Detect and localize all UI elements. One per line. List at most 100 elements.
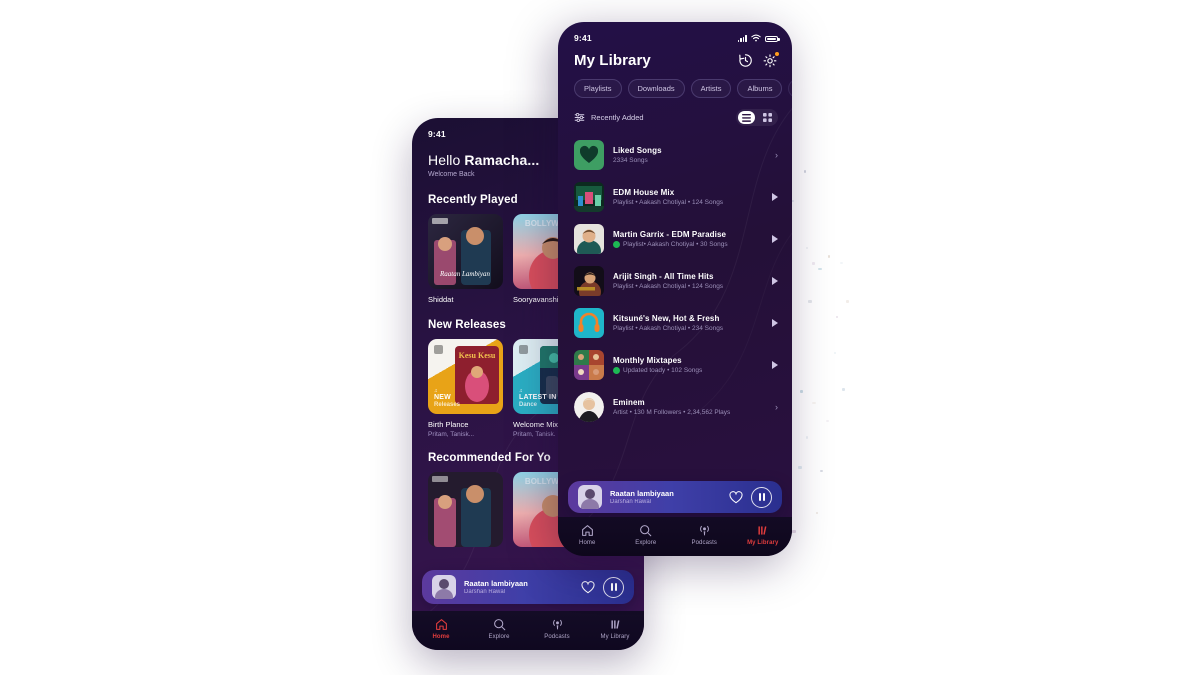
search-icon	[493, 619, 505, 631]
now-playing-title: Raatan lambiyaan	[464, 579, 528, 588]
nav-label: My Library	[600, 634, 630, 640]
now-playing-bar[interactable]: Raatan lambiyaan Darshan Rawal	[568, 481, 782, 513]
wifi-icon	[751, 34, 761, 42]
album-card[interactable]: Raatan Lambiyan Shiddat	[428, 214, 503, 304]
list-item[interactable]: Monthly Mixtapes Updated toady • 102 Son…	[574, 344, 780, 386]
list-item-subtitle: 2334 Songs	[613, 157, 766, 164]
library-icon	[610, 620, 619, 629]
home-icon	[435, 619, 447, 630]
list-item-subtitle-text: Playlist • Aakash Chotiyal • 234 Songs	[613, 325, 724, 332]
heart-outline-icon[interactable]	[581, 580, 595, 594]
nav-item-home[interactable]: Home	[412, 618, 470, 640]
signal-icon	[737, 35, 747, 42]
list-item-subtitle: Playlist• Aakash Chotiyal • 30 Songs	[613, 241, 763, 248]
sort-label: Recently Added	[591, 113, 644, 122]
nav-label: Podcasts	[691, 540, 717, 546]
speck	[836, 316, 838, 318]
speck	[834, 352, 836, 354]
nav-item-explore[interactable]: Explore	[617, 524, 676, 546]
play-icon[interactable]	[772, 277, 778, 285]
settings-gear-icon[interactable]	[763, 51, 780, 68]
home-icon	[581, 525, 593, 536]
chip-artists[interactable]: Artists	[690, 79, 732, 98]
nav-item-podcasts[interactable]: Podcasts	[528, 618, 586, 640]
now-playing-title: Raatan lambiyaan	[610, 489, 674, 498]
library-list: Liked Songs 2334 Songs › EDM House Mix P…	[558, 134, 792, 428]
speck	[816, 512, 818, 514]
release-card[interactable]: Kesu Kesu ♫ NEW Releases Birth Plance Pr…	[428, 339, 503, 438]
bottom-nav: Home Explore Podcasts My Library	[412, 611, 644, 650]
phone-mockup-library: 9:41 My Library Playlists Downloads Arti…	[558, 22, 792, 556]
svg-text:Raatan Lambiyan: Raatan Lambiyan	[439, 270, 490, 278]
now-playing-bar[interactable]: Raatan lambiyaan Darshan Rawal	[422, 570, 634, 604]
release-badge-icon	[434, 345, 443, 354]
release-badge-icon	[519, 345, 528, 354]
nav-label: Home	[579, 540, 596, 546]
library-screen: 9:41 My Library Playlists Downloads Arti…	[558, 22, 792, 556]
list-item[interactable]: Martin Garrix - EDM Paradise Playlist• A…	[574, 218, 780, 260]
list-item[interactable]: Kitsuné's New, Hot & Fresh Playlist • Aa…	[574, 302, 780, 344]
play-icon[interactable]	[772, 319, 778, 327]
play-icon[interactable]	[772, 361, 778, 369]
search-icon	[640, 525, 652, 537]
nav-item-explore[interactable]: Explore	[470, 618, 528, 640]
speck	[812, 262, 815, 265]
release-caption-line2: Releases	[434, 402, 461, 408]
chip-overflow[interactable]	[788, 79, 792, 98]
sort-control[interactable]: Recently Added	[574, 112, 644, 123]
chevron-right-icon[interactable]: ›	[775, 150, 780, 160]
chip-playlists[interactable]: Playlists	[574, 79, 622, 98]
list-item[interactable]: Eminem Artist • 130 M Followers • 2,34,5…	[574, 386, 780, 428]
status-bar: 9:41	[558, 22, 792, 48]
sort-row: Recently Added	[558, 98, 792, 134]
list-item-meta: Kitsuné's New, Hot & Fresh Playlist • Aa…	[613, 314, 763, 332]
list-item-title: Kitsuné's New, Hot & Fresh	[613, 314, 720, 323]
header-actions	[738, 51, 780, 68]
spotify-dot-icon	[613, 367, 620, 374]
recommended-art-1[interactable]	[428, 472, 503, 547]
chip-albums[interactable]: Albums	[737, 79, 783, 98]
nav-item-my-library[interactable]: My Library	[586, 618, 644, 640]
greeting-hello: Hello	[428, 152, 465, 168]
page-title: My Library	[574, 52, 651, 69]
filter-chip-row[interactable]: Playlists Downloads Artists Albums	[558, 69, 792, 98]
list-item[interactable]: Arijit Singh - All Time Hits Playlist • …	[574, 260, 780, 302]
history-icon[interactable]	[738, 53, 753, 68]
pause-icon[interactable]	[751, 486, 772, 508]
play-icon[interactable]	[772, 235, 778, 243]
thumb-kitsune	[574, 308, 604, 338]
list-item-meta: Liked Songs 2334 Songs	[613, 146, 766, 164]
speck	[806, 436, 808, 439]
nav-item-podcasts[interactable]: Podcasts	[675, 524, 734, 546]
nav-item-my-library[interactable]: My Library	[734, 524, 793, 546]
list-item-subtitle: Playlist • Aakash Chotiyal • 124 Songs	[613, 199, 763, 206]
speck	[804, 170, 806, 173]
heart-outline-icon[interactable]	[729, 490, 743, 504]
release-card-subtitle: Pritam, Tanisk...	[428, 431, 475, 438]
list-item-subtitle-text: Playlist • Aakash Chotiyal • 124 Songs	[613, 283, 724, 290]
battery-icon	[765, 35, 780, 42]
list-item-subtitle-text: 2334 Songs	[613, 157, 648, 164]
nav-label: Explore	[635, 540, 657, 546]
pause-icon[interactable]	[603, 576, 624, 598]
list-item[interactable]: Liked Songs 2334 Songs ›	[574, 134, 780, 176]
nav-item-home[interactable]: Home	[558, 524, 617, 546]
list-item-subtitle: Playlist • Aakash Chotiyal • 234 Songs	[613, 325, 763, 332]
list-view-icon[interactable]	[738, 111, 755, 124]
now-playing-artwork	[578, 485, 602, 509]
chip-downloads[interactable]: Downloads	[627, 79, 685, 98]
list-item-title: Martin Garrix - EDM Paradise	[613, 230, 727, 239]
chevron-right-icon[interactable]: ›	[775, 402, 780, 412]
grid-view-icon[interactable]	[759, 111, 776, 124]
list-item[interactable]: EDM House Mix Playlist • Aakash Chotiyal…	[574, 176, 780, 218]
list-item-subtitle: Artist • 130 M Followers • 2,34,562 Play…	[613, 409, 766, 416]
list-item-title: Monthly Mixtapes	[613, 356, 682, 365]
library-header: My Library	[558, 48, 792, 69]
list-item-meta: Monthly Mixtapes Updated toady • 102 Son…	[613, 356, 763, 374]
play-icon[interactable]	[772, 193, 778, 201]
speck	[800, 390, 803, 393]
speck	[792, 530, 796, 533]
view-toggle[interactable]	[736, 109, 778, 126]
speck	[820, 470, 823, 472]
notification-badge	[774, 51, 780, 57]
